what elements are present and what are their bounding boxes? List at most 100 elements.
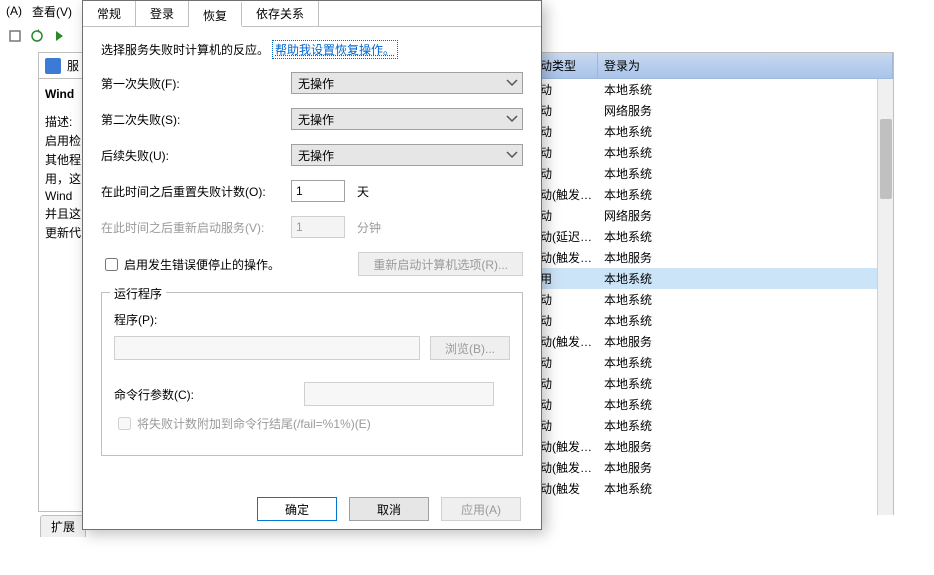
table-row[interactable]: 用本地系统	[534, 268, 893, 289]
col-logon-as[interactable]: 登录为	[598, 53, 893, 78]
table-row[interactable]: 动(触发…本地系统	[534, 184, 893, 205]
ok-button[interactable]: 确定	[257, 497, 337, 521]
dialog-tabs: 常规 登录 恢复 依存关系	[83, 1, 541, 27]
cell-logon-as: 本地系统	[598, 228, 678, 245]
table-row[interactable]: 动(延迟…本地系统	[534, 226, 893, 247]
cell-start-type: 动(触发…	[534, 459, 598, 476]
table-row[interactable]: 动(触发本地系统	[534, 478, 893, 499]
cell-logon-as: 本地系统	[598, 165, 678, 182]
label-reset-count: 在此时间之后重置失败计数(O):	[101, 183, 291, 200]
stop-icon[interactable]	[6, 27, 24, 45]
cell-start-type: 动	[534, 123, 598, 140]
tab-dependencies[interactable]: 依存关系	[242, 1, 319, 26]
tab-login[interactable]: 登录	[136, 1, 189, 26]
chevron-down-icon	[506, 77, 518, 89]
menu-item-a[interactable]: (A)	[6, 4, 22, 18]
cell-logon-as: 本地系统	[598, 270, 678, 287]
append-fail-label: 将失败计数附加到命令行结尾(/fail=%1%)(E)	[137, 415, 371, 432]
chevron-down-icon	[506, 113, 518, 125]
program-path-input	[114, 336, 420, 360]
table-row[interactable]: 动本地系统	[534, 121, 893, 142]
menu-item-view[interactable]: 查看(V)	[32, 3, 72, 20]
refresh-icon[interactable]	[28, 27, 46, 45]
select-value: 无操作	[298, 111, 334, 128]
cell-logon-as: 网络服务	[598, 102, 678, 119]
play-icon[interactable]	[50, 27, 68, 45]
col-start-type[interactable]: 动类型	[534, 53, 598, 78]
table-row[interactable]: 动本地系统	[534, 373, 893, 394]
args-input	[304, 382, 494, 406]
intro-text: 选择服务失败时计算机的反应。	[101, 41, 269, 58]
tab-extended[interactable]: 扩展	[40, 515, 86, 537]
cell-logon-as: 本地服务	[598, 333, 678, 350]
cell-start-type: 动(触发…	[534, 333, 598, 350]
list-header: 动类型 登录为	[534, 53, 893, 79]
table-row[interactable]: 动本地系统	[534, 142, 893, 163]
cell-logon-as: 网络服务	[598, 207, 678, 224]
gear-icon	[45, 58, 61, 74]
bottom-tabs: 扩展	[40, 515, 86, 537]
run-program-group: 运行程序 程序(P): 浏览(B)... 命令行参数(C): 将失	[101, 292, 523, 456]
cell-start-type: 动	[534, 396, 598, 413]
apply-button: 应用(A)	[441, 497, 521, 521]
help-link[interactable]: 帮助我设置恢复操作。	[273, 41, 397, 58]
cell-start-type: 动(延迟…	[534, 228, 598, 245]
cell-logon-as: 本地系统	[598, 396, 678, 413]
browse-button: 浏览(B)...	[430, 336, 510, 360]
select-value: 无操作	[298, 147, 334, 164]
enable-stop-label: 启用发生错误便停止的操作。	[124, 256, 280, 273]
cell-logon-as: 本地系统	[598, 375, 678, 392]
chevron-down-icon	[506, 149, 518, 161]
label-restart-after: 在此时间之后重新启动服务(V):	[101, 219, 291, 236]
table-row[interactable]: 动(触发…本地服务	[534, 436, 893, 457]
vertical-scrollbar[interactable]	[877, 79, 893, 515]
cancel-button[interactable]: 取消	[349, 497, 429, 521]
label-first-failure: 第一次失败(F):	[101, 75, 291, 92]
table-row[interactable]: 动本地系统	[534, 394, 893, 415]
unit-minutes: 分钟	[357, 219, 381, 236]
properties-dialog: 常规 登录 恢复 依存关系 选择服务失败时计算机的反应。 帮助我设置恢复操作。 …	[82, 0, 542, 530]
table-row[interactable]: 动本地系统	[534, 289, 893, 310]
restart-options-button: 重新启动计算机选项(R)...	[358, 252, 523, 276]
table-row[interactable]: 动本地系统	[534, 79, 893, 100]
table-row[interactable]: 动网络服务	[534, 100, 893, 121]
cell-start-type: 动	[534, 81, 598, 98]
enable-stop-checkbox[interactable]	[105, 258, 118, 271]
label-program: 程序(P):	[114, 311, 194, 328]
cell-logon-as: 本地系统	[598, 291, 678, 308]
cell-logon-as: 本地系统	[598, 312, 678, 329]
select-first-failure[interactable]: 无操作	[291, 72, 523, 94]
append-fail-checkbox	[118, 417, 131, 430]
table-row[interactable]: 动(触发…本地服务	[534, 331, 893, 352]
table-row[interactable]: 动本地系统	[534, 310, 893, 331]
services-list: 动类型 登录为 动本地系统动网络服务动本地系统动本地系统动本地系统动(触发…本地…	[534, 52, 894, 515]
cell-start-type: 动(触发…	[534, 249, 598, 266]
cell-logon-as: 本地服务	[598, 459, 678, 476]
cell-logon-as: 本地服务	[598, 249, 678, 266]
table-row[interactable]: 动本地系统	[534, 415, 893, 436]
tab-recovery[interactable]: 恢复	[189, 1, 242, 27]
reset-count-input[interactable]	[291, 180, 345, 202]
table-row[interactable]: 动本地系统	[534, 163, 893, 184]
table-row[interactable]: 动(触发…本地服务	[534, 247, 893, 268]
cell-logon-as: 本地系统	[598, 123, 678, 140]
cell-start-type: 动(触发	[534, 480, 598, 497]
label-second-failure: 第二次失败(S):	[101, 111, 291, 128]
select-second-failure[interactable]: 无操作	[291, 108, 523, 130]
cell-start-type: 动	[534, 165, 598, 182]
tab-general[interactable]: 常规	[83, 1, 136, 26]
table-row[interactable]: 动(触发…本地服务	[534, 457, 893, 478]
table-row[interactable]: 动网络服务	[534, 205, 893, 226]
cell-start-type: 动(触发…	[534, 438, 598, 455]
scrollbar-thumb[interactable]	[880, 119, 892, 199]
cell-start-type: 动	[534, 312, 598, 329]
label-subsequent-failure: 后续失败(U):	[101, 147, 291, 164]
label-args: 命令行参数(C):	[114, 386, 234, 403]
cell-logon-as: 本地系统	[598, 144, 678, 161]
cell-start-type: 动	[534, 354, 598, 371]
dialog-footer: 确定 取消 应用(A)	[83, 489, 541, 529]
cell-logon-as: 本地系统	[598, 354, 678, 371]
group-legend: 运行程序	[110, 285, 166, 302]
table-row[interactable]: 动本地系统	[534, 352, 893, 373]
select-subsequent-failure[interactable]: 无操作	[291, 144, 523, 166]
